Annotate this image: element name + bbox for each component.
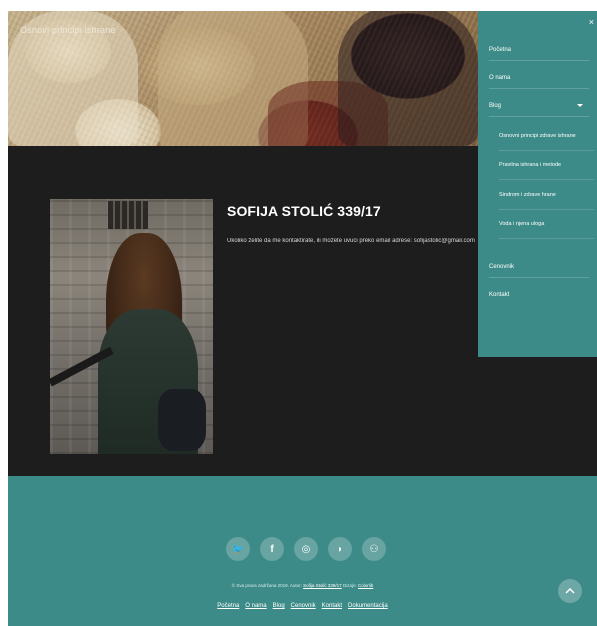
footer-link-blog[interactable]: Blog [273, 603, 285, 609]
chevron-up-icon [565, 588, 575, 594]
nav-subitem-voda[interactable]: Voda i njena uloga [499, 221, 594, 239]
nav-item-kontakt[interactable]: Kontakt [489, 292, 589, 305]
copyright-text: © Sva prava zadržana 2019. Autor: [231, 583, 302, 588]
student-photo [50, 199, 213, 454]
site-title[interactable]: Osnovi principi ishrane [20, 25, 116, 35]
nav-subitem-osnovni-principi[interactable]: Osnovni principi zdrave ishrane [499, 133, 594, 151]
nav-item-pocetna[interactable]: Početna [489, 47, 589, 61]
rss-icon[interactable]: ◗ [328, 537, 352, 561]
nav-subitem-sindrom[interactable]: Sindrom i zdrave hrane [499, 192, 594, 210]
back-to-top-button[interactable] [558, 579, 582, 603]
copyright-design-link[interactable]: Colorlib [358, 583, 373, 588]
twitter-icon[interactable]: 🐦 [226, 537, 250, 561]
footer-links: Početna O nama Blog Cenovnik Kontakt Dok… [8, 603, 597, 609]
footer-link-dokumentacija[interactable]: Dokumentacija [348, 603, 388, 609]
social-links: 🐦 f ◎ ◗ ⚇ [226, 537, 386, 561]
student-name: SOFIJA STOLIĆ 339/17 [227, 203, 381, 219]
copyright-author-link[interactable]: Sofija Stolić 339/17 [303, 583, 342, 588]
close-icon[interactable]: × [589, 17, 594, 27]
nav-item-o-nama[interactable]: O nama [489, 75, 589, 89]
nav-item-blog[interactable]: Blog [489, 103, 589, 117]
copyright-suffix: Dizajn: [342, 583, 357, 588]
copyright: © Sva prava zadržana 2019. Autor: Sofija… [8, 583, 597, 588]
footer-link-cenovnik[interactable]: Cenovnik [291, 603, 316, 609]
nav-item-cenovnik[interactable]: Cenovnik [489, 264, 589, 278]
chevron-down-icon[interactable] [577, 104, 583, 107]
footer-link-pocetna[interactable]: Početna [217, 603, 239, 609]
footer-link-kontakt[interactable]: Kontakt [322, 603, 342, 609]
student-contact-text: Ukoliko želite da me kontaktirate, ili m… [227, 238, 475, 244]
nav-subitem-pravilna-ishrana[interactable]: Pravilna ishrana i metode [499, 162, 594, 180]
footer-link-o-nama[interactable]: O nama [245, 603, 266, 609]
instagram-icon[interactable]: ◎ [294, 537, 318, 561]
facebook-icon[interactable]: f [260, 537, 284, 561]
footer: 🐦 f ◎ ◗ ⚇ © Sva prava zadržana 2019. Aut… [8, 476, 597, 626]
page: Osnovi principi ishrane SOFIJA STOLIĆ 33… [0, 0, 597, 626]
sitemap-icon[interactable]: ⚇ [362, 537, 386, 561]
side-navigation: × [478, 11, 597, 357]
